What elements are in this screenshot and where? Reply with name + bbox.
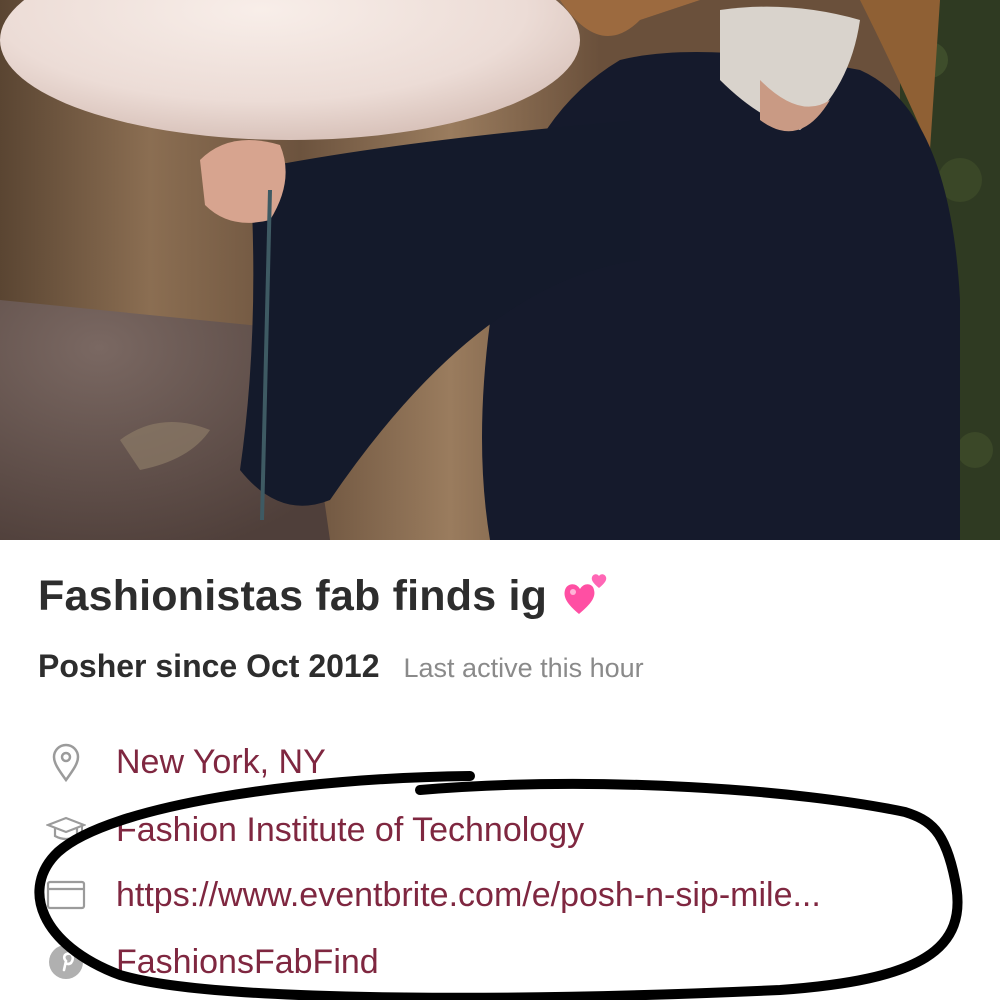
- pinterest-row[interactable]: FashionsFabFind: [44, 940, 379, 984]
- website-row[interactable]: https://www.eventbrite.com/e/posh-n-sip-…: [44, 873, 821, 917]
- browser-window-icon: [44, 873, 88, 917]
- graduation-cap-icon: [44, 808, 88, 852]
- pinterest-link[interactable]: FashionsFabFind: [116, 943, 379, 982]
- location-pin-icon: [44, 740, 88, 784]
- last-active: Last active this hour: [403, 653, 644, 683]
- profile-name: Fashionistas fab finds ig: [38, 571, 548, 620]
- school-row: Fashion Institute of Technology: [44, 808, 584, 852]
- profile-info-panel: Fashionistas fab finds ig Posher since O…: [0, 540, 1000, 1000]
- website-link[interactable]: https://www.eventbrite.com/e/posh-n-sip-…: [116, 876, 821, 915]
- location-row: New York, NY: [44, 740, 326, 784]
- profile-meta-row: Posher since Oct 2012 Last active this h…: [38, 648, 644, 685]
- location-text: New York, NY: [116, 742, 326, 781]
- two-hearts-icon: [561, 570, 613, 622]
- school-text: Fashion Institute of Technology: [116, 810, 585, 849]
- posher-since: Posher since Oct 2012: [38, 648, 380, 684]
- profile-cover-photo: [0, 0, 1000, 540]
- profile-title-row: Fashionistas fab finds ig: [38, 570, 613, 622]
- pinterest-icon: [44, 940, 88, 984]
